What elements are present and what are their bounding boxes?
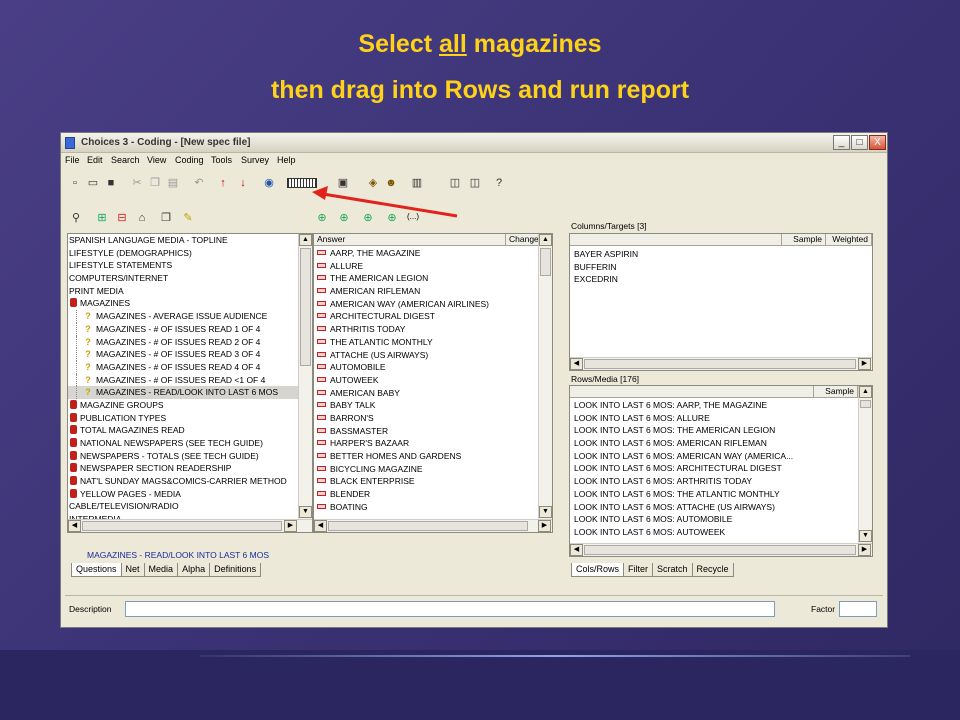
annotation-arrow-line (322, 192, 458, 218)
slide-footer-line (200, 655, 910, 657)
annotation-arrow-head (312, 186, 328, 200)
annotation-arrow-overlay (312, 186, 458, 218)
slide-footer (0, 650, 960, 720)
